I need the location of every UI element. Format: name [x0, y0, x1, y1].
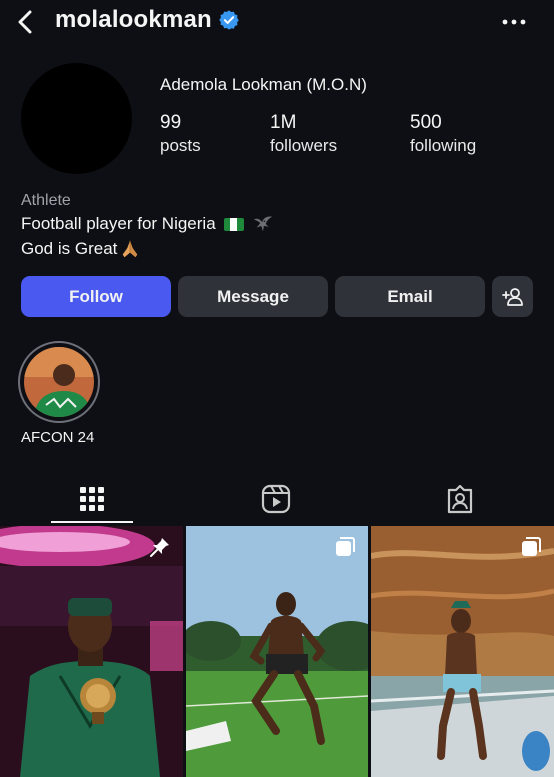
message-button[interactable]: Message	[178, 276, 328, 317]
nigeria-flag-icon	[223, 217, 244, 231]
add-user-button[interactable]	[492, 276, 533, 317]
grid-icon[interactable]	[72, 479, 112, 519]
highlight-label: AFCON 24	[21, 429, 95, 446]
post-image-training	[186, 526, 368, 777]
post-thumbnail[interactable]	[186, 526, 368, 777]
bio-line-2-text: God is Great	[21, 239, 118, 258]
eagle-icon	[253, 216, 272, 232]
post-thumbnail[interactable]	[0, 526, 183, 777]
post-image-boat	[371, 526, 554, 777]
highlight-thumbnail	[24, 347, 94, 417]
bio-line-1: Football player for Nigeria	[21, 214, 274, 234]
profile-tabs	[0, 471, 554, 525]
carousel-icon	[522, 537, 541, 556]
more-horizontal-icon[interactable]	[500, 10, 528, 34]
posts-grid	[0, 526, 554, 777]
pin-icon	[150, 538, 169, 557]
carousel-icon	[336, 537, 355, 556]
active-tab-indicator	[51, 521, 133, 523]
email-button[interactable]: Email	[335, 276, 485, 317]
add-user-icon	[501, 287, 523, 306]
tagged-icon[interactable]	[440, 479, 480, 519]
display-name: Ademola Lookman (M.O.N)	[160, 75, 367, 94]
top-bar: molalookman	[0, 0, 554, 44]
chevron-left-icon[interactable]	[12, 8, 38, 36]
reels-icon[interactable]	[256, 479, 296, 519]
profile-avatar[interactable]	[21, 63, 132, 174]
profile-category: Athlete	[21, 192, 71, 209]
stat-followers[interactable]: 1M followers	[270, 112, 337, 156]
profile-username: molalookman	[55, 6, 240, 34]
verified-badge-icon	[219, 10, 239, 30]
post-image-award	[0, 526, 183, 777]
username-text: molalookman	[55, 6, 212, 33]
stat-following[interactable]: 500 following	[410, 112, 476, 156]
stat-posts-value: 99	[160, 112, 182, 133]
follow-button[interactable]: Follow	[21, 276, 171, 317]
bio-line-1-text: Football player for Nigeria	[21, 214, 216, 233]
bio-line-2: God is Great	[21, 238, 141, 260]
praying-hands-icon	[123, 240, 138, 258]
story-highlight[interactable]	[18, 341, 100, 423]
stat-followers-label: followers	[270, 136, 338, 155]
stat-posts[interactable]: 99 posts	[160, 112, 201, 156]
stat-following-value: 500	[410, 112, 442, 133]
stat-followers-value: 1M	[270, 112, 297, 133]
stat-posts-label: posts	[160, 136, 201, 155]
stat-following-label: following	[410, 136, 477, 155]
post-thumbnail[interactable]	[371, 526, 554, 777]
